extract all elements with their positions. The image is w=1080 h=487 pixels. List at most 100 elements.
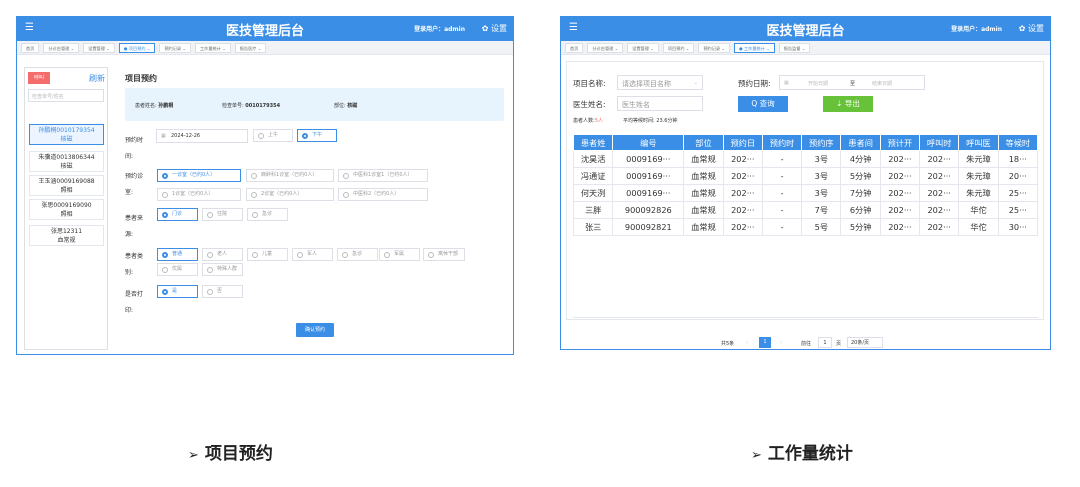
patient-search-input[interactable]: 检查单号/姓名 [28,89,104,102]
column-header[interactable]: 等候时 [997,134,1039,151]
room-option[interactable]: 一诊室（已约0人） [157,169,241,182]
table-row[interactable]: 冯通证 0009169··· 血常规 202··· -3号 5分钟 202··· 202···… [572,167,1039,185]
tab-item[interactable]: 预约记录 ⌄ [159,43,191,53]
user-label: 登录用户：admin [951,26,1002,33]
tab-item[interactable]: 分诊台管理 ⌄ [587,43,624,53]
tab-item[interactable]: 分诊台管理 ⌄ [43,43,80,53]
room-option[interactable]: 1诊室（已约0人） [157,188,241,201]
tab-item[interactable]: 报告医疗 ⌄ [234,43,267,53]
radio-dot [162,192,168,198]
page-size-select[interactable]: 20条/页 [847,337,883,348]
table-row[interactable]: 张三 900092821 血常规 202··· -5号 5分钟 202··· 202··· 华佗… [572,218,1039,236]
type-option[interactable]: 军人 [292,248,333,261]
settings-button[interactable]: ✿ 设置 [482,23,507,34]
column-header[interactable]: 预约序 [801,134,842,151]
confirm-booking-button[interactable]: 确认预约 [296,323,334,337]
table-cell: 华佗 [958,218,999,236]
tab-item[interactable]: 首页 [21,43,40,53]
type-option[interactable]: 普通 [157,248,198,261]
column-header[interactable]: 部位 [683,134,724,151]
type-option[interactable]: 老人 [202,248,243,261]
room-option[interactable]: 中医科2（已约0人） [338,188,428,201]
table-row[interactable]: 沈昊活 0009169··· 血常规 202··· -3号 4分钟 202··· 202···… [572,150,1039,168]
date-picker[interactable]: ▦ 2024-12-26 [156,129,248,143]
column-header[interactable]: 呼叫医 [958,134,999,151]
type-option[interactable]: 离休干部 [423,248,465,261]
radio-dot [252,212,258,218]
pm-radio[interactable]: 下午 [297,129,337,142]
table-cell: 3号 [801,167,842,185]
radio-dot [207,252,213,258]
type-option[interactable]: 优属 [157,263,198,276]
type-option-text: 特殊人群 [217,266,238,272]
source-option[interactable]: 住院 [202,208,243,221]
tab-item[interactable]: ● 工作量统计 ⌄ [733,43,775,53]
tab-item[interactable]: 工作量统计 ⌄ [194,43,231,53]
patient-list-item[interactable]: 王玉涵0009169088 照相 [29,175,104,196]
type-label: 患者类别: [125,253,144,276]
date-range-picker[interactable]: ▦ 开始日期 至 结束日期 [779,75,925,90]
tab-item[interactable]: 预约记录 ⌄ [698,43,730,53]
table-cell: 血常规 [683,184,724,202]
column-header[interactable]: 预计开 [879,134,921,151]
print-option[interactable]: 否 [202,285,243,298]
radio-dot [251,173,257,179]
patient-list-item[interactable]: 朱骥道0013806344 核磁 [29,151,104,172]
print-option-text: 是 [172,288,178,294]
table-cell: 202··· [722,150,763,168]
type-option[interactable]: 儿童 [247,248,288,261]
tab-item[interactable]: 项目预约 ⌄ [662,43,695,53]
column-header[interactable]: 编号 [612,134,685,151]
room-option[interactable]: 2诊室（已约0人） [246,188,334,201]
table-row[interactable]: 三胖 900092826 血常规 202··· -7号 6分钟 202··· 202··· 华佗… [572,201,1039,219]
prev-page-icon[interactable]: ‹ [746,340,748,346]
radio-dot [343,173,349,179]
next-page-icon[interactable]: › [780,340,782,346]
column-header[interactable]: 患者姓 [572,134,614,151]
patient-list-item[interactable]: 孙鹏桐0010179354 核磁 [29,124,104,145]
settings-button[interactable]: ✿ 设置 [1019,23,1044,34]
project-select[interactable]: 请选择项目名称 ⌄ [617,75,703,90]
source-option[interactable]: 门诊 [157,208,198,221]
radio-dot [207,212,213,218]
patient-list-item[interactable]: 张思12311 血常规 [29,225,104,246]
tab-item[interactable]: 设置管理 ⌄ [627,43,659,53]
room-option[interactable]: 中医科1诊室1（已约0人） [338,169,428,182]
am-radio[interactable]: 上午 [253,129,293,142]
page-1-button[interactable]: 1 [759,337,771,348]
table-cell: - [761,167,803,185]
table-cell: 冯通证 [572,167,614,185]
goto-page-input[interactable]: 1 [818,337,832,348]
type-option[interactable]: 急诊 [337,248,378,261]
column-header[interactable]: 预约时 [761,134,803,151]
print-label: 是否打印: [125,291,144,314]
export-button[interactable]: ⇣ 导出 [823,96,873,112]
column-header[interactable]: 患者间 [840,134,881,151]
table-cell: 20··· [997,167,1039,185]
doctor-input[interactable]: 医生姓名 [617,96,703,111]
arrow-icon: ➢ [751,448,762,463]
refresh-link[interactable]: 刷新 [89,73,105,84]
table-cell: 5分钟 [840,218,881,236]
patient-list-item[interactable]: 张思0009169090 照相 [29,199,104,220]
column-header[interactable]: 预约日 [722,134,763,151]
tab-item[interactable]: 报告监督 ⌄ [778,43,811,53]
table-cell: 202··· [722,218,763,236]
type-option[interactable]: 特殊人群 [202,263,243,276]
table-cell: 25··· [997,184,1039,202]
tab-item[interactable]: 设置管理 ⌄ [83,43,115,53]
query-button[interactable]: Q 查询 [738,96,788,112]
source-option-text: 住院 [217,211,228,217]
print-option-text: 否 [217,288,223,294]
column-header[interactable]: 呼叫时 [919,134,960,151]
patient-dept: 血常规 [57,237,76,244]
tab-item[interactable]: ● 项目预约 ⌄ [118,43,156,53]
room-option[interactable]: 麻醉科1诊室（已约0人） [246,169,334,182]
call-button[interactable]: 呼叫 [28,72,50,84]
table-row[interactable]: 何天洌 0009169··· 血常规 202··· -3号 7分钟 202··· 202···… [572,184,1039,202]
type-option[interactable]: 军属 [379,248,420,261]
source-option[interactable]: 急诊 [247,208,288,221]
gear-icon: ✿ [1018,24,1026,33]
print-option[interactable]: 是 [157,285,198,298]
tab-item[interactable]: 首页 [565,43,584,53]
